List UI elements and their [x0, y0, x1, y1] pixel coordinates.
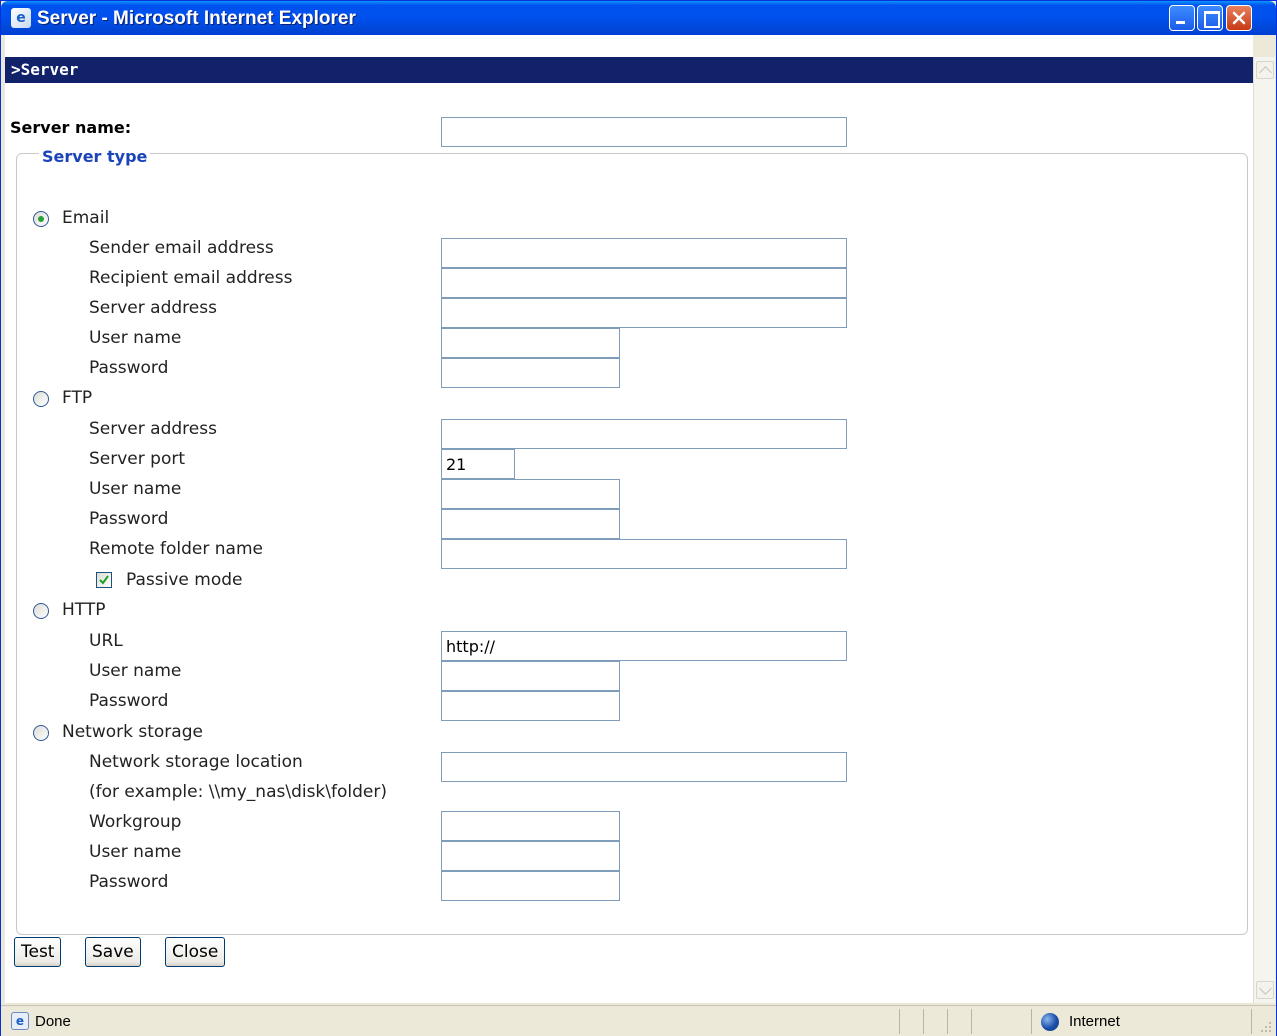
status-bar: e Done Internet: [1, 1005, 1276, 1036]
network-storage-label: Network storage: [62, 722, 203, 742]
remote-folder-label: Remote folder name: [89, 539, 263, 559]
network-storage-password-input[interactable]: [441, 871, 620, 901]
http-label: HTTP: [62, 600, 106, 620]
workgroup-label: Workgroup: [89, 812, 182, 832]
email-label: Email: [62, 208, 110, 228]
minimize-button[interactable]: [1169, 5, 1195, 31]
maximize-button[interactable]: [1197, 5, 1223, 31]
page-content: >Server Server name: Server type Email S…: [5, 35, 1253, 1003]
save-button[interactable]: Save: [85, 937, 141, 967]
sender-email-label: Sender email address: [89, 238, 274, 258]
resize-grip-icon[interactable]: [1260, 1021, 1272, 1033]
status-divider: [971, 1009, 972, 1034]
recipient-email-input[interactable]: [441, 268, 847, 298]
http-radio[interactable]: [33, 603, 49, 619]
internet-zone-icon: [1041, 1013, 1059, 1031]
server-name-label: Server name:: [10, 118, 132, 137]
browser-window: e Server - Microsoft Internet Explorer >…: [0, 0, 1277, 1036]
server-type-legend: Server type: [39, 147, 151, 166]
http-password-input[interactable]: [441, 691, 620, 721]
url-label: URL: [89, 631, 123, 651]
email-password-input[interactable]: [441, 358, 620, 388]
ftp-username-label: User name: [89, 479, 182, 499]
email-radio[interactable]: [33, 211, 49, 227]
workgroup-input[interactable]: [441, 811, 620, 841]
page-header-bar: >Server: [5, 57, 1253, 83]
page-status-icon: e: [11, 1012, 29, 1030]
sender-email-input[interactable]: [441, 238, 847, 268]
ftp-radio[interactable]: [33, 391, 49, 407]
ftp-label: FTP: [62, 388, 93, 408]
passive-mode-label: Passive mode: [126, 570, 243, 590]
remote-folder-input[interactable]: [441, 539, 847, 569]
scroll-down-button[interactable]: [1256, 981, 1274, 999]
email-password-label: Password: [89, 358, 169, 378]
page-title: >Server: [11, 60, 79, 79]
status-divider: [1031, 1009, 1032, 1034]
checkmark-icon: [99, 575, 109, 585]
close-window-button[interactable]: [1226, 5, 1252, 31]
test-button[interactable]: Test: [14, 937, 62, 967]
network-storage-radio[interactable]: [33, 725, 49, 741]
status-divider: [899, 1009, 900, 1034]
http-username-input[interactable]: [441, 661, 620, 691]
ftp-server-port-input[interactable]: [441, 449, 515, 479]
zone-text: Internet: [1069, 1013, 1120, 1030]
ftp-server-port-label: Server port: [89, 449, 185, 469]
url-input[interactable]: [441, 631, 847, 661]
close-button[interactable]: Close: [165, 937, 226, 967]
passive-mode-checkbox[interactable]: [96, 572, 112, 588]
ftp-username-input[interactable]: [441, 479, 620, 509]
status-text: Done: [35, 1013, 71, 1030]
close-icon: [1232, 11, 1246, 25]
ftp-server-address-input[interactable]: [441, 419, 847, 449]
network-storage-example: (for example: \\my_nas\disk\folder): [89, 782, 387, 802]
vertical-scrollbar[interactable]: [1253, 57, 1275, 1003]
status-divider: [923, 1009, 924, 1034]
scroll-up-button[interactable]: [1256, 61, 1274, 79]
email-username-input[interactable]: [441, 328, 620, 358]
network-storage-password-label: Password: [89, 872, 169, 892]
email-server-address-input[interactable]: [441, 298, 847, 328]
ftp-server-address-label: Server address: [89, 419, 217, 439]
email-username-label: User name: [89, 328, 182, 348]
network-storage-username-input[interactable]: [441, 841, 620, 871]
ftp-password-label: Password: [89, 509, 169, 529]
http-password-label: Password: [89, 691, 169, 711]
ftp-password-input[interactable]: [441, 509, 620, 539]
server-name-input[interactable]: [441, 117, 847, 147]
status-divider: [1251, 1009, 1252, 1034]
internet-explorer-icon: e: [11, 8, 31, 28]
email-server-address-label: Server address: [89, 298, 217, 318]
status-divider: [947, 1009, 948, 1034]
window-title: Server - Microsoft Internet Explorer: [37, 8, 356, 29]
network-storage-username-label: User name: [89, 842, 182, 862]
network-storage-location-input[interactable]: [441, 752, 847, 782]
http-username-label: User name: [89, 661, 182, 681]
network-storage-location-label: Network storage location: [89, 752, 303, 772]
title-bar[interactable]: e Server - Microsoft Internet Explorer: [1, 1, 1276, 35]
recipient-email-label: Recipient email address: [89, 268, 293, 288]
